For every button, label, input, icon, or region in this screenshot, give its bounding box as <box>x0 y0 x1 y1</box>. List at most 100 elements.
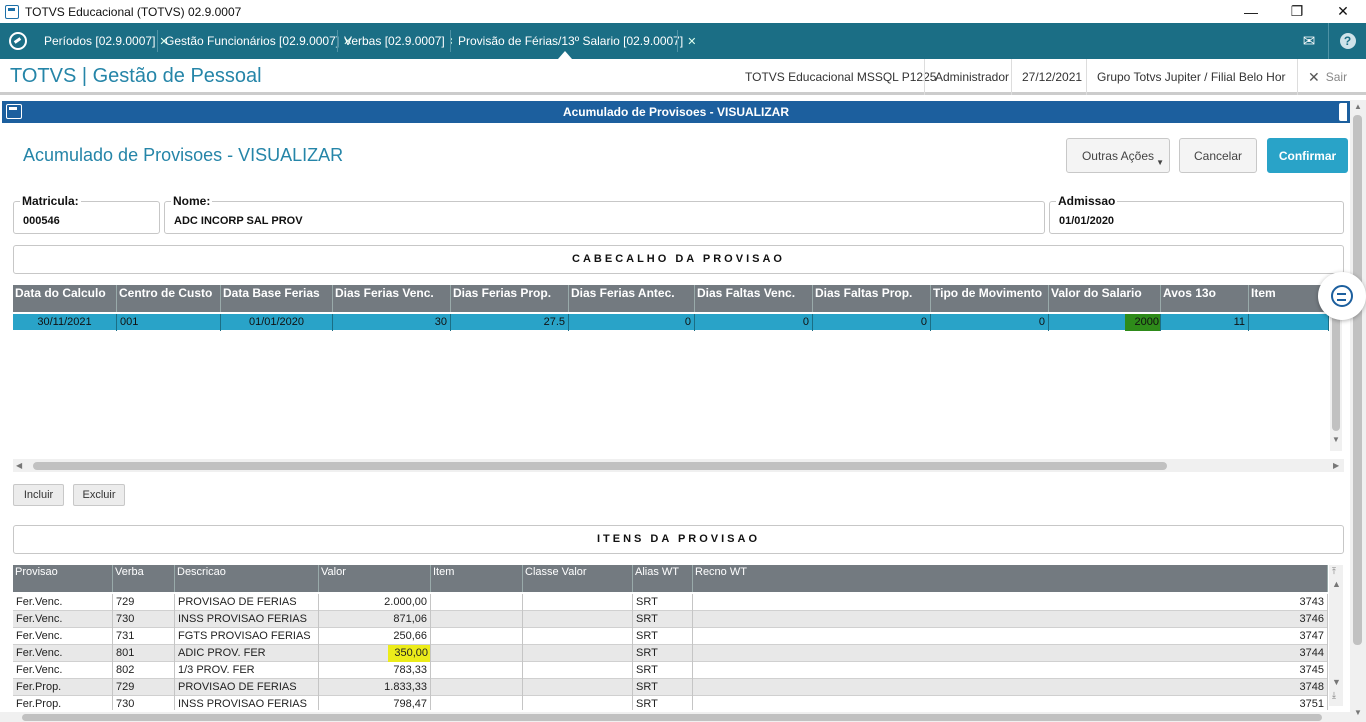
col-header[interactable]: Data Base Ferias <box>221 285 333 312</box>
items-grid-head: Provisao Verba Descricao Valor Item Clas… <box>13 565 1328 592</box>
close-window-button[interactable]: ✕ <box>1320 0 1366 23</box>
scroll-up-arrow[interactable]: ▲ <box>1354 102 1362 111</box>
col-header[interactable]: Dias Ferias Prop. <box>451 285 569 312</box>
scroll-down-arrow[interactable]: ▼ <box>1332 677 1341 687</box>
table-row[interactable]: Fer.Venc. 730 INSS PROVISAO FERIAS 871,06 SR… <box>13 611 1328 628</box>
col-header[interactable]: Provisao <box>13 565 113 592</box>
close-tab-icon[interactable]: ✕ <box>687 35 696 48</box>
col-header[interactable]: Avos 13o <box>1161 285 1249 312</box>
cell: 1/3 PROV. FER <box>175 662 319 679</box>
col-header[interactable]: Dias Faltas Venc. <box>695 285 813 312</box>
other-actions-button[interactable]: Outras Ações ▼ <box>1066 138 1170 173</box>
col-header[interactable]: Dias Ferias Venc. <box>333 285 451 312</box>
scroll-left-arrow[interactable]: ◀ <box>16 461 22 470</box>
dialog-maximize-icon[interactable] <box>1339 103 1347 121</box>
confirm-button[interactable]: Confirmar <box>1267 138 1348 173</box>
cell: 801 <box>113 645 175 662</box>
tab-periodos[interactable]: Períodos [02.9.0007] ✕ <box>38 26 175 56</box>
scroll-thumb[interactable] <box>33 462 1167 470</box>
col-header[interactable]: Item <box>431 565 523 592</box>
help-icon[interactable]: ? <box>1328 23 1366 59</box>
cell: 729 <box>113 594 175 611</box>
app-icon <box>5 4 19 19</box>
chevron-down-icon: ▼ <box>1156 158 1164 167</box>
col-header[interactable]: Data do Calculo <box>13 285 117 312</box>
matricula-label: Matricula: <box>20 194 81 208</box>
cell <box>431 662 523 679</box>
chat-icon <box>1331 285 1353 307</box>
cell: 2.000,00 <box>319 594 431 611</box>
cell <box>431 594 523 611</box>
page-hscroll[interactable] <box>0 712 1350 722</box>
tab-provisao-ferias[interactable]: Provisão de Férias/13º Salario [02.9.000… <box>452 26 703 56</box>
tab-verbas[interactable]: Verbas [02.9.0007]✕ <box>338 26 464 56</box>
exit-button[interactable]: ✕ Sair <box>1297 59 1357 95</box>
scroll-right-arrow[interactable]: ▶ <box>1333 461 1339 470</box>
cell <box>431 611 523 628</box>
table-row-selected[interactable]: 30/11/2021 001 01/01/2020 30 27.5 0 0 0 … <box>13 314 1329 331</box>
tab-bar: Períodos [02.9.0007] ✕ Gestão Funcionário… <box>0 23 1366 59</box>
table-row[interactable]: Fer.Prop. 729 PROVISAO DE FERIAS 1.833,33 SR… <box>13 679 1328 696</box>
header-grid-hscroll[interactable]: ◀ ▶ <box>13 459 1344 472</box>
scroll-thumb[interactable] <box>1353 115 1362 645</box>
col-header[interactable]: Recno WT <box>693 565 1328 592</box>
scroll-up-arrow[interactable]: ▲ <box>1332 579 1341 589</box>
table-row[interactable]: Fer.Prop. 730 INSS PROVISAO FERIAS 798,47 SR… <box>13 696 1328 710</box>
col-header[interactable]: Verba <box>113 565 175 592</box>
cell <box>431 696 523 710</box>
col-header[interactable]: Descricao <box>175 565 319 592</box>
cell: Fer.Prop. <box>13 679 113 696</box>
items-grid: Provisao Verba Descricao Valor Item Clas… <box>13 565 1328 710</box>
totvs-menu-icon[interactable] <box>9 32 27 50</box>
col-header[interactable]: Dias Ferias Antec. <box>569 285 695 312</box>
col-header[interactable]: Centro de Custo <box>117 285 221 312</box>
tab-gestao-funcionarios[interactable]: Gestão Funcionários [02.9.0007] ✕ <box>159 26 358 56</box>
minimize-button[interactable]: — <box>1228 0 1274 23</box>
cell: 3747 <box>693 628 1328 645</box>
col-header[interactable]: Tipo de Movimento <box>931 285 1049 312</box>
close-icon: ✕ <box>1308 68 1320 85</box>
mail-icon[interactable]: ✉ <box>1290 23 1328 59</box>
cancel-button[interactable]: Cancelar <box>1179 138 1257 173</box>
scroll-down-arrow[interactable]: ▼ <box>1332 435 1340 444</box>
chat-assistant-button[interactable] <box>1318 272 1366 320</box>
col-header[interactable]: Dias Faltas Prop. <box>813 285 931 312</box>
items-grid-vscroll[interactable]: ⤒ ▲ ▼ ⤓ <box>1329 565 1343 706</box>
date-label: 27/12/2021 <box>1011 59 1092 95</box>
maximize-button[interactable]: ❐ <box>1274 0 1320 23</box>
scroll-thumb[interactable] <box>22 714 1322 721</box>
table-row[interactable]: Fer.Venc. 729 PROVISAO DE FERIAS 2.000,00 SR… <box>13 594 1328 611</box>
cell: PROVISAO DE FERIAS <box>175 594 319 611</box>
cell: FGTS PROVISAO FERIAS <box>175 628 319 645</box>
col-header[interactable]: Valor do Salario <box>1049 285 1161 312</box>
col-header[interactable]: Classe Valor <box>523 565 633 592</box>
exclude-button[interactable]: Excluir <box>73 484 125 506</box>
col-header[interactable]: Alias WT <box>633 565 693 592</box>
col-header[interactable]: Item <box>1249 285 1329 312</box>
brand-title: TOTVS | Gestão de Pessoal <box>10 65 262 87</box>
tab-label: Gestão Funcionários [02.9.0007] <box>165 34 340 48</box>
active-tab-indicator <box>558 51 572 59</box>
cell: 3743 <box>693 594 1328 611</box>
scroll-bottom-arrow[interactable]: ⤓ <box>1332 690 1336 701</box>
table-row[interactable]: Fer.Venc. 801 ADIC PROV. FER 350,00 SRT 3744 <box>13 645 1328 662</box>
include-button[interactable]: Incluir <box>13 484 64 506</box>
scroll-down-arrow[interactable]: ▼ <box>1354 708 1362 717</box>
scroll-top-arrow[interactable]: ⤒ <box>1332 566 1336 577</box>
tab-label: Verbas [02.9.0007] <box>344 34 445 48</box>
salary-value-highlight: 2000 <box>1124 314 1160 331</box>
company-label: Grupo Totvs Jupiter / Filial Belo Hor <box>1086 59 1296 95</box>
cell: SRT <box>633 662 693 679</box>
items-section-title: ITENS DA PROVISAO <box>13 525 1344 554</box>
nome-field[interactable]: ADC INCORP SAL PROV <box>164 201 1045 234</box>
scroll-thumb[interactable] <box>1332 315 1340 431</box>
page-vscroll[interactable]: ▲ ▼ <box>1350 100 1366 722</box>
col-header[interactable]: Valor <box>319 565 431 592</box>
tab-divider <box>157 30 158 52</box>
table-row[interactable]: Fer.Venc. 802 1/3 PROV. FER 783,33 SRT 3745 <box>13 662 1328 679</box>
cell: 798,47 <box>319 696 431 710</box>
cell: 783,33 <box>319 662 431 679</box>
table-row[interactable]: Fer.Venc. 731 FGTS PROVISAO FERIAS 250,66 SR… <box>13 628 1328 645</box>
cell: 2000 <box>1049 314 1161 331</box>
cell: SRT <box>633 645 693 662</box>
